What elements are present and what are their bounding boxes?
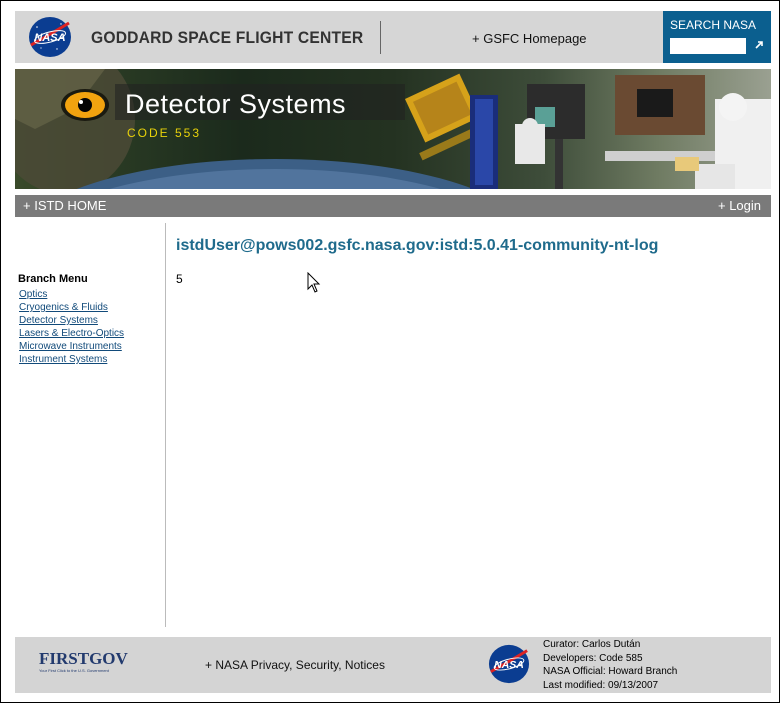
search-panel: SEARCH NASA (663, 11, 771, 63)
firstgov-tagline: Your First Click to the U.S. Government (39, 668, 109, 673)
column-divider (165, 223, 166, 627)
footer-nasa-logo[interactable]: NASA (487, 643, 531, 685)
gsfc-homepage-link[interactable]: + GSFC Homepage (472, 31, 587, 46)
svg-text:NASA: NASA (34, 32, 65, 44)
branch-link-instrument-systems[interactable]: Instrument Systems (19, 353, 124, 366)
branch-menu-title: Branch Menu (18, 273, 88, 285)
credits: Curator: Carlos Dután Developers: Code 5… (543, 638, 677, 692)
banner-code: CODE 553 (127, 126, 202, 140)
firstgov-logo[interactable]: FIRSTGOV Your First Click to the U.S. Go… (31, 649, 128, 675)
branch-link-cryogenics[interactable]: Cryogenics & Fluids (19, 301, 124, 314)
nav-bar: + ISTD HOME + Login (15, 195, 771, 217)
branch-link-lasers[interactable]: Lasers & Electro-Optics (19, 327, 124, 340)
svg-text:NASA: NASA (494, 659, 524, 671)
org-title: GODDARD SPACE FLIGHT CENTER (91, 28, 364, 47)
search-label: SEARCH NASA (670, 18, 757, 32)
arrow-icon (755, 41, 763, 49)
search-input[interactable] (670, 38, 746, 54)
mouse-pointer-icon (307, 272, 321, 293)
header-divider (380, 21, 381, 54)
search-go-button[interactable] (752, 37, 766, 53)
login-link[interactable]: + Login (718, 198, 761, 213)
sidebar: Branch Menu Optics Cryogenics & Fluids D… (15, 223, 165, 627)
developers-text: Developers: Code 585 (543, 652, 643, 664)
branch-link-optics[interactable]: Optics (19, 288, 124, 301)
detector-systems-banner: Detector Systems CODE 553 (15, 69, 771, 189)
header-bar: NASA GODDARD SPACE FLIGHT CENTER + GSFC … (15, 11, 771, 63)
firstgov-logo-text: FIRSTGOV (39, 649, 128, 668)
privacy-link[interactable]: + NASA Privacy, Security, Notices (205, 658, 385, 672)
result-value: 5 (176, 272, 183, 286)
branch-link-microwave[interactable]: Microwave Instruments (19, 340, 124, 353)
official-text: NASA Official: Howard Branch (543, 666, 678, 677)
banner-title: Detector Systems (125, 89, 347, 119)
curator-text: Curator: Carlos Dután (543, 639, 641, 650)
page-heading: istdUser@pows002.gsfc.nasa.gov:istd:5.0.… (176, 237, 659, 254)
istd-home-link[interactable]: + ISTD HOME (23, 198, 106, 213)
footer: FIRSTGOV Your First Click to the U.S. Go… (15, 637, 771, 693)
page-container: NASA GODDARD SPACE FLIGHT CENTER + GSFC … (15, 11, 771, 695)
page-frame: NASA GODDARD SPACE FLIGHT CENTER + GSFC … (0, 0, 780, 703)
last-modified-text: Last modified: 09/13/2007 (543, 679, 659, 691)
branch-menu-list: Optics Cryogenics & Fluids Detector Syst… (19, 288, 124, 366)
nasa-logo[interactable]: NASA (27, 15, 73, 59)
branch-link-detector-systems[interactable]: Detector Systems (19, 314, 124, 327)
